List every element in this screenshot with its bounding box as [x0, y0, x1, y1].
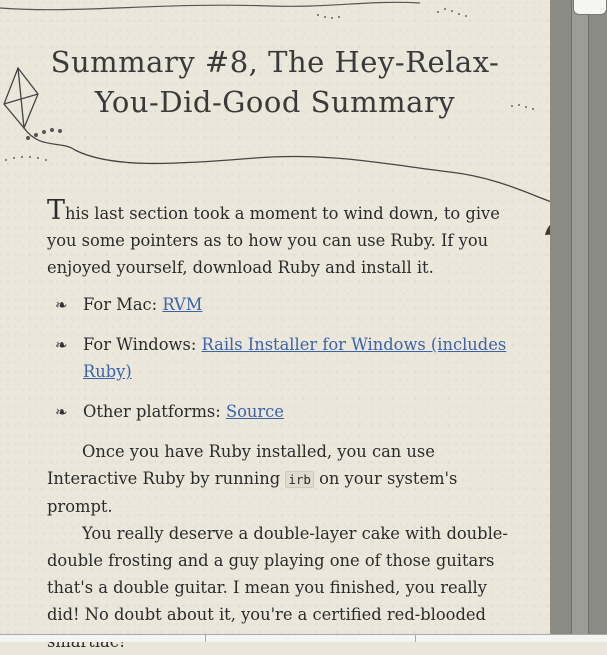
content: This last section took a moment to wind … — [47, 197, 517, 655]
intro-paragraph: This last section took a moment to wind … — [47, 197, 517, 281]
rvm-link[interactable]: RVM — [162, 295, 202, 314]
list-item: ❧ For Windows: Rails Installer for Windo… — [47, 331, 517, 385]
top-doodle — [0, 1, 421, 11]
list-item-label: For Mac: — [83, 295, 158, 314]
irb-paragraph: Once you have Ruby installed, you can us… — [47, 438, 517, 520]
dropcap: T — [47, 195, 66, 226]
page-title: Summary #8, The Hey-Relax-You-Did-Good S… — [50, 45, 500, 119]
paw-bullet-icon: ❧ — [55, 296, 68, 314]
source-link[interactable]: Source — [226, 402, 284, 421]
scrollbar-thumb[interactable] — [573, 0, 607, 15]
list-item: ❧ For Mac: RVM — [47, 291, 517, 318]
list-item-label: For Windows: — [83, 335, 197, 354]
scrollbar-track[interactable] — [571, 0, 589, 641]
intro-text: his last section took a moment to wind d… — [47, 204, 500, 277]
list-item: ❧ Other platforms: Source — [47, 398, 517, 425]
top-dots — [317, 8, 467, 19]
kite-tail — [26, 128, 62, 140]
list-item-label: Other platforms: — [83, 402, 221, 421]
irb-code: irb — [285, 471, 314, 488]
paw-bullet-icon: ❧ — [55, 336, 68, 354]
paw-bullet-icon: ❧ — [55, 403, 68, 421]
download-list: ❧ For Mac: RVM ❧ For Windows: Rails Inst… — [47, 291, 517, 425]
